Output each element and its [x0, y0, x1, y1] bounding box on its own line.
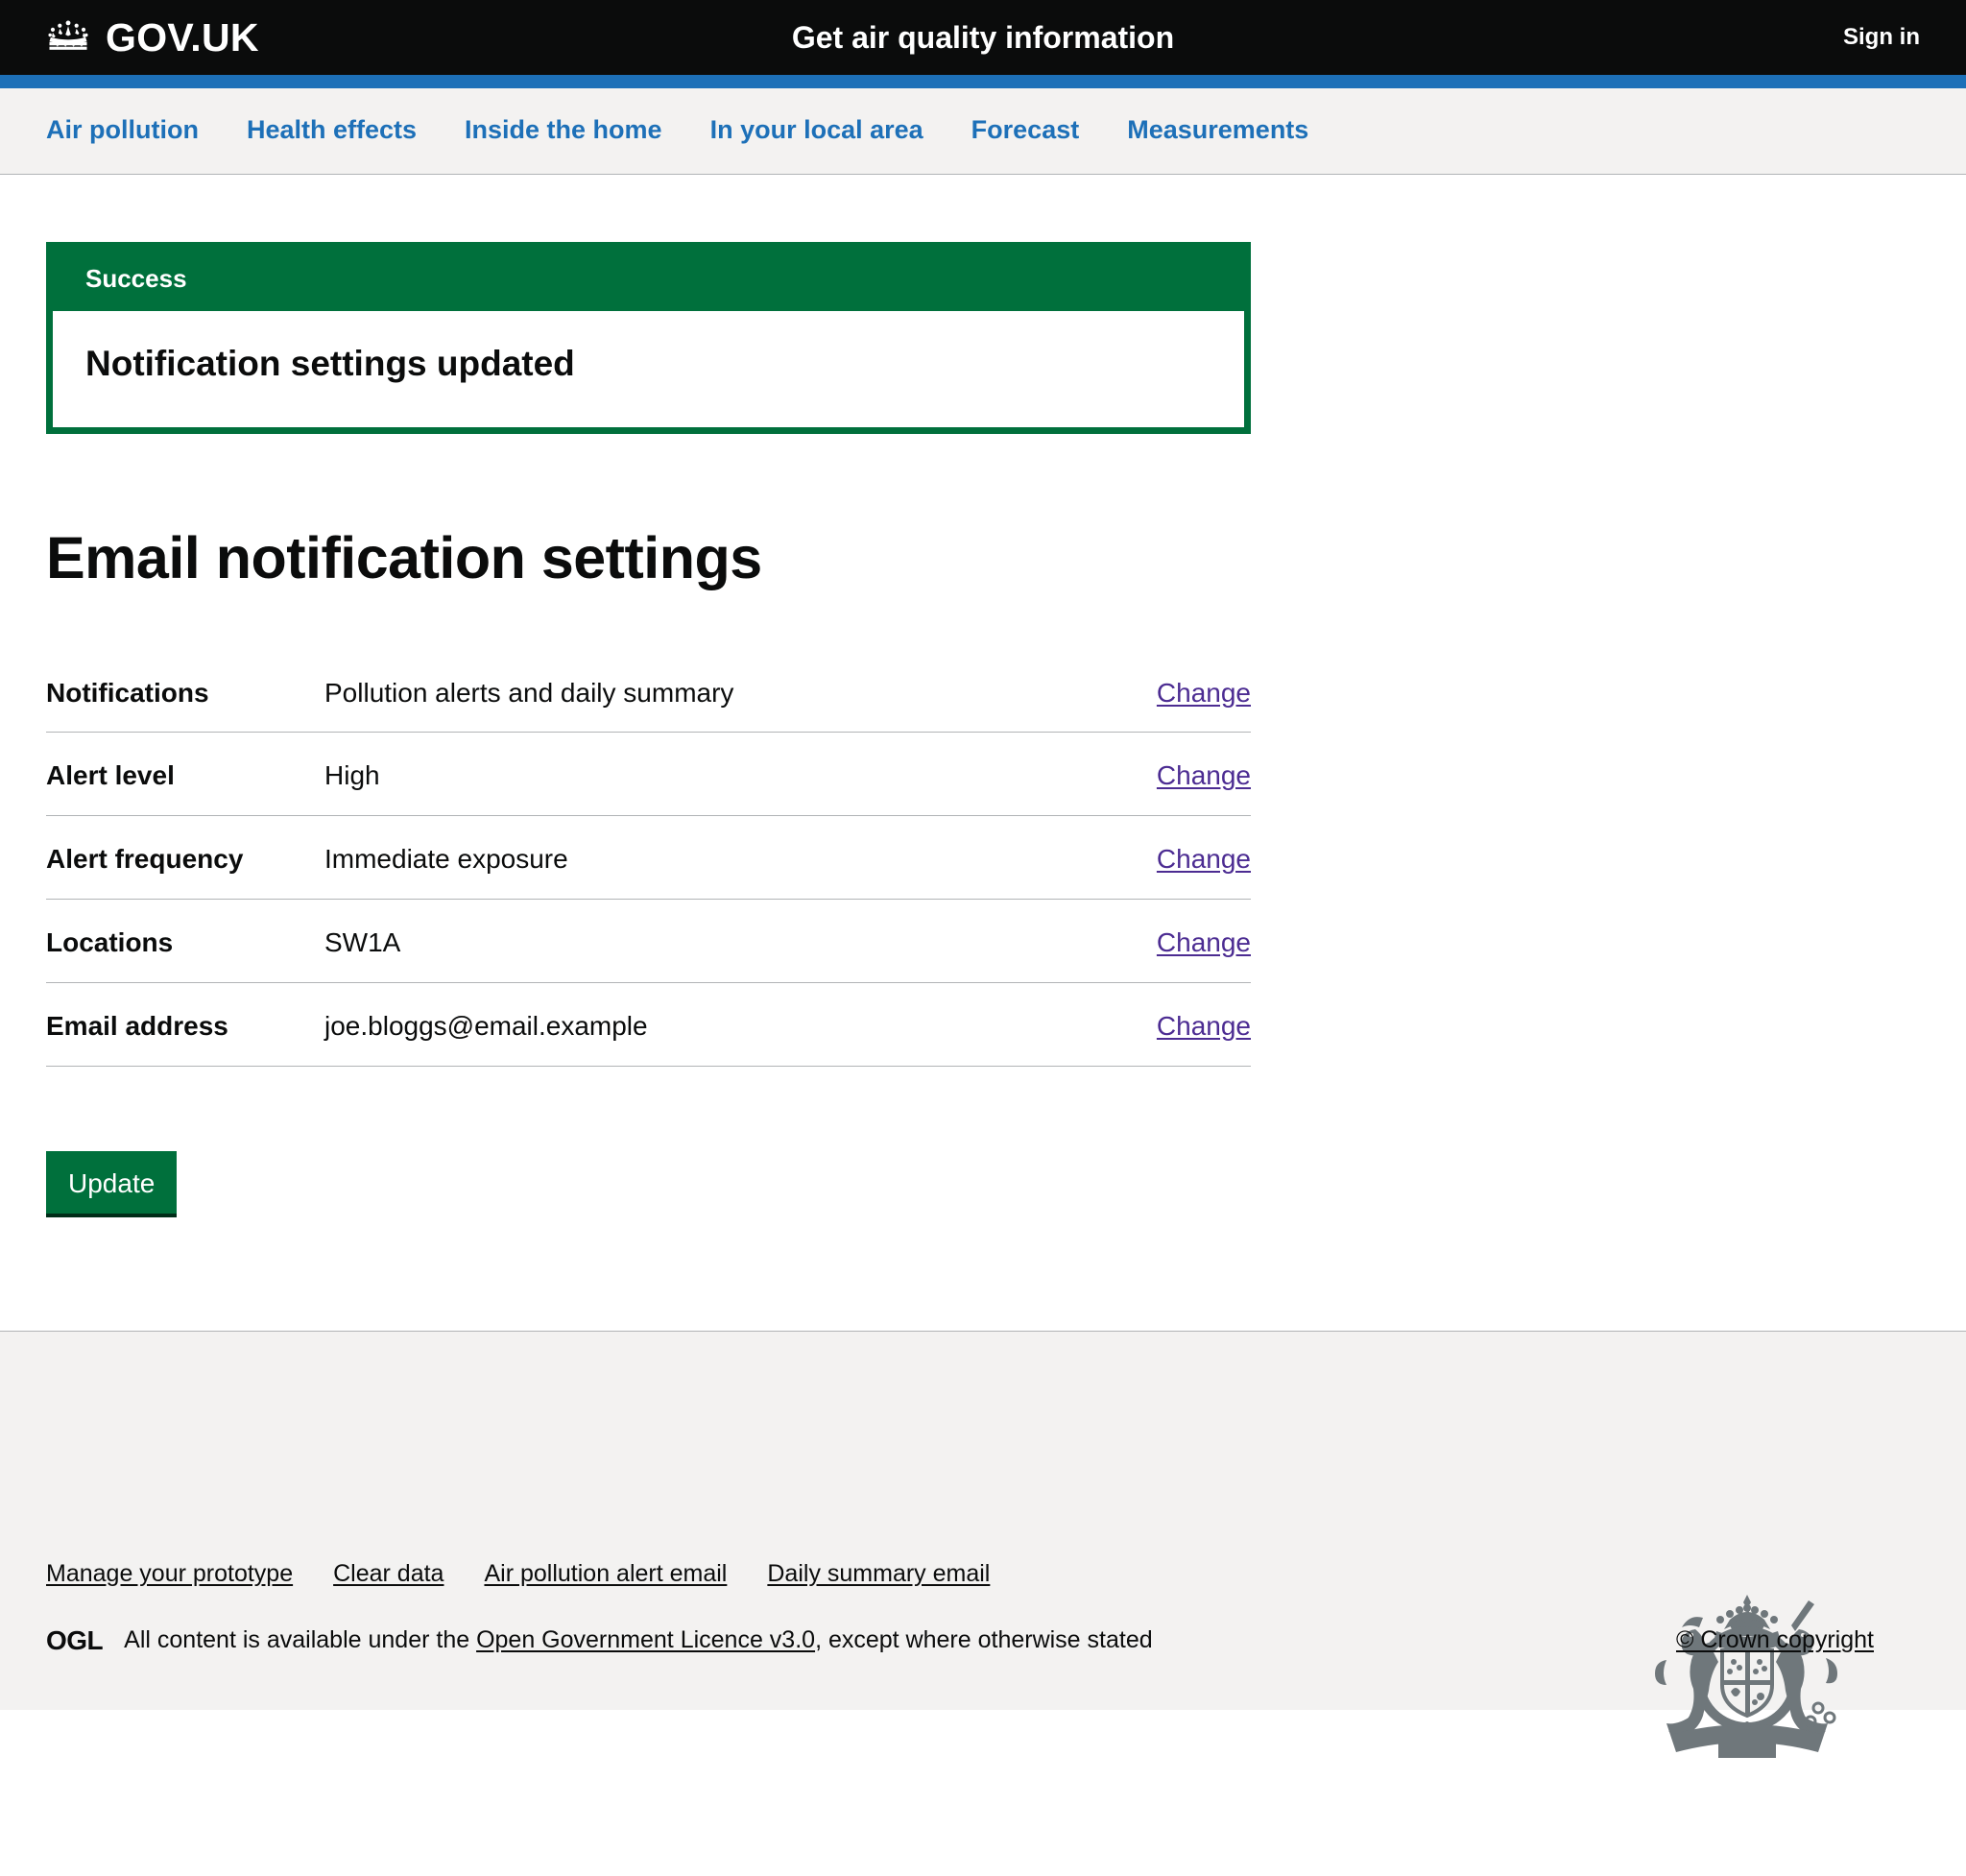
- licence-text: All content is available under the Open …: [124, 1626, 1152, 1654]
- summary-action: Change: [1107, 925, 1251, 982]
- footer-link-item: Clear data: [333, 1560, 444, 1588]
- summary-value: Pollution alerts and daily summary: [324, 677, 734, 708]
- nav-link-in-your-local-area[interactable]: In your local area: [710, 115, 923, 144]
- change-link-locations[interactable]: Change: [1157, 927, 1251, 957]
- footer-link-manage-your-prototype[interactable]: Manage your prototype: [46, 1560, 293, 1587]
- summary-action: Change: [1107, 758, 1251, 815]
- gov-uk-header: GOV.UK Get air quality information Sign …: [0, 0, 1966, 75]
- nav-link-air-pollution[interactable]: Air pollution: [46, 115, 199, 144]
- summary-divider: [46, 899, 1251, 901]
- change-link-alert-frequency[interactable]: Change: [1157, 844, 1251, 874]
- summary-action: Change: [1107, 841, 1251, 899]
- summary-row-locations: Locations SW1A Change: [46, 925, 1251, 982]
- footer-link-item: Air pollution alert email: [484, 1560, 727, 1588]
- footer-link-air-pollution-alert-email[interactable]: Air pollution alert email: [484, 1560, 727, 1587]
- sign-in-link[interactable]: Sign in: [1843, 24, 1920, 51]
- summary-value: joe.bloggs@email.example: [324, 1010, 648, 1041]
- nav-item: In your local area: [710, 115, 923, 145]
- service-title: Get air quality information: [791, 19, 1175, 55]
- nav-item: Inside the home: [465, 115, 662, 145]
- summary-key: Locations: [46, 927, 174, 958]
- settings-summary-list: Notifications Pollution alerts and daily…: [46, 675, 1251, 1067]
- ogl-logo-icon: OGL: [46, 1624, 104, 1655]
- notification-banner-title: Success: [53, 249, 1244, 311]
- summary-value: Immediate exposure: [324, 844, 568, 875]
- footer-link-item: Daily summary email: [767, 1560, 990, 1588]
- summary-key: Alert frequency: [46, 844, 244, 875]
- summary-divider: [46, 981, 1251, 983]
- summary-key: Notifications: [46, 677, 209, 708]
- crown-copyright-link[interactable]: © Crown copyright: [1676, 1626, 1874, 1654]
- footer-links-list: Manage your prototype Clear data Air pol…: [46, 1560, 1920, 1588]
- crown-icon: [46, 16, 90, 60]
- success-notification-banner: Success Notification settings updated: [46, 242, 1251, 434]
- summary-key: Alert level: [46, 760, 175, 791]
- nav-item: Forecast: [971, 115, 1080, 145]
- footer-spacer: [0, 1217, 1966, 1331]
- open-government-licence-link[interactable]: Open Government Licence v3.0: [476, 1626, 815, 1653]
- page-title: Email notification settings: [46, 524, 762, 590]
- notification-banner-message: Notification settings updated: [85, 344, 575, 383]
- licence-suffix: , except where otherwise stated: [815, 1626, 1153, 1654]
- summary-action: Change: [1107, 675, 1251, 733]
- header-accent-bar: [0, 75, 1966, 88]
- service-navigation-list: Air pollution Health effects Inside the …: [46, 115, 1920, 145]
- summary-row-alert-level: Alert level High Change: [46, 758, 1251, 815]
- summary-action: Change: [1107, 1008, 1251, 1066]
- nav-item: Health effects: [247, 115, 417, 145]
- footer-link-clear-data[interactable]: Clear data: [333, 1560, 444, 1587]
- page-footer: Manage your prototype Clear data Air pol…: [0, 1331, 1966, 1759]
- summary-divider: [46, 732, 1251, 734]
- summary-divider: [46, 1065, 1251, 1067]
- nav-link-inside-the-home[interactable]: Inside the home: [465, 115, 662, 144]
- footer-link-item: Manage your prototype: [46, 1560, 293, 1588]
- nav-link-measurements[interactable]: Measurements: [1127, 115, 1308, 144]
- nav-link-health-effects[interactable]: Health effects: [247, 115, 417, 144]
- nav-item: Measurements: [1127, 115, 1308, 145]
- notification-banner-body: Notification settings updated: [53, 311, 1244, 427]
- gov-uk-logo-link[interactable]: GOV.UK: [0, 16, 259, 60]
- summary-divider: [46, 815, 1251, 817]
- footer-link-daily-summary-email[interactable]: Daily summary email: [767, 1560, 990, 1587]
- nav-item: Air pollution: [46, 115, 199, 145]
- change-link-email-address[interactable]: Change: [1157, 1011, 1251, 1041]
- change-link-notifications[interactable]: Change: [1157, 678, 1251, 708]
- royal-coat-of-arms-icon: [1638, 1591, 1857, 1764]
- nav-link-forecast[interactable]: Forecast: [971, 115, 1080, 144]
- summary-value: High: [324, 760, 380, 791]
- update-button[interactable]: Update: [46, 1150, 178, 1218]
- gov-uk-wordmark: GOV.UK: [106, 14, 259, 60]
- summary-value: SW1A: [324, 927, 401, 958]
- summary-row-notifications: Notifications Pollution alerts and daily…: [46, 675, 1251, 733]
- change-link-alert-level[interactable]: Change: [1157, 760, 1251, 790]
- main-content: Success Notification settings updated Em…: [0, 242, 1966, 1218]
- licence-prefix: All content is available under the: [124, 1626, 470, 1654]
- service-navigation: Air pollution Health effects Inside the …: [0, 88, 1966, 175]
- summary-key: Email address: [46, 1010, 228, 1041]
- summary-row-alert-frequency: Alert frequency Immediate exposure Chang…: [46, 841, 1251, 899]
- summary-row-email-address: Email address joe.bloggs@email.example C…: [46, 1008, 1251, 1066]
